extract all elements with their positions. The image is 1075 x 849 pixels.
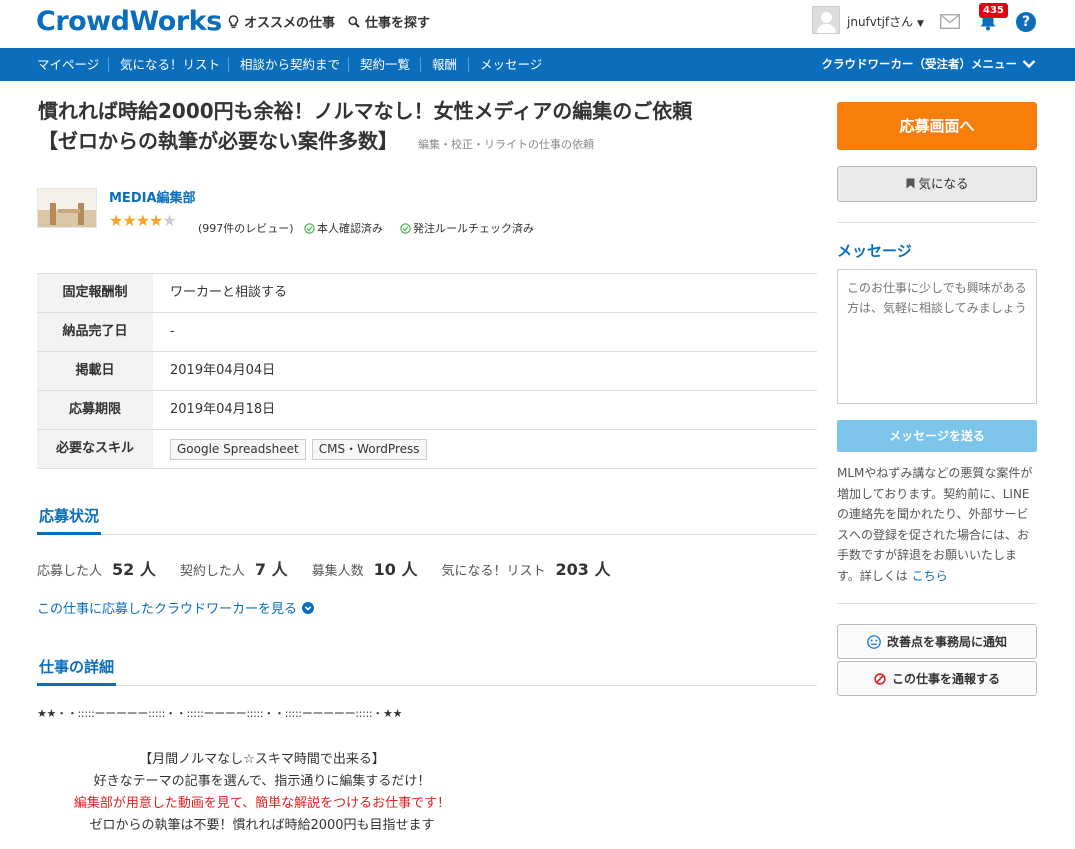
nav-mypage[interactable]: マイページ [37, 48, 99, 81]
user-menu[interactable]: jnufvtjfさん ▼ [847, 13, 924, 30]
lightbulb-icon [228, 14, 239, 28]
rating-stars: ★★★★★ [109, 211, 177, 230]
bookmark-icon [906, 178, 914, 189]
nav-rewards[interactable]: 報酬 [432, 48, 457, 81]
favorite-button[interactable]: 気になる [837, 166, 1037, 202]
table-row: 固定報酬制 ワーカーと相談する [37, 274, 817, 313]
nav-consult-to-contract[interactable]: 相談から契約まで [240, 48, 340, 81]
recruit-label: 募集人数 [311, 564, 364, 579]
worker-menu[interactable]: クラウドワーカー（受注者）メニュー [822, 48, 1018, 81]
star-filled-icons: ★★★★ [109, 211, 163, 230]
skills-list: Google Spreadsheet CMS・WordPress [153, 430, 427, 468]
search-icon [348, 15, 360, 28]
chevron-down-circle-icon [302, 601, 315, 614]
report-improvement-button[interactable]: 改善点を事務局に通知 [837, 624, 1037, 659]
skill-tag[interactable]: Google Spreadsheet [170, 438, 306, 460]
username-label: jnufvtjfさん [847, 15, 914, 29]
notification-badge: 435 [979, 3, 1008, 18]
mail-icon[interactable] [940, 14, 960, 29]
info-value: - [170, 324, 175, 339]
rule-checked-label: 発注ルールチェック済み [413, 222, 534, 235]
job-description: ★★・・:::::ーーーーー:::::・・:::::ーーーー:::::・・:::… [37, 705, 817, 837]
report-job-button[interactable]: この仕事を通報する [837, 661, 1037, 696]
message-heading: メッセージ [837, 242, 912, 260]
nav-messages[interactable]: メッセージ [480, 48, 542, 81]
report-improvement-label: 改善点を事務局に通知 [886, 635, 1007, 649]
neutral-face-icon [867, 634, 881, 649]
description-line: 好きなテーマの記事を選んで、指示通りに編集するだけ！ [93, 774, 431, 789]
info-value: 2019年04月18日 [170, 402, 276, 417]
send-message-button[interactable]: メッセージを送る [837, 420, 1037, 452]
report-job-label: この仕事を通報する [891, 672, 1000, 686]
avatar[interactable] [812, 6, 840, 34]
job-title-line2: 【ゼロからの執筆が必要ない案件多数】 [38, 129, 398, 153]
contracted-label: 契約した人 [179, 564, 245, 579]
description-line-highlight: 編集部が用意した動画を見て、簡単な解説をつけるお仕事です！ [73, 796, 451, 811]
job-title-line1: 慣れれば時給2000円も余裕！ノルマなし！女性メディアの編集のご依頼 [38, 99, 693, 123]
job-category[interactable]: 編集・校正・リライトの仕事の依頼 [418, 138, 594, 151]
nav-contracts[interactable]: 契約一覧 [360, 48, 410, 81]
caret-down-icon: ▼ [916, 19, 924, 29]
chevron-down-icon[interactable] [1022, 59, 1036, 69]
crowdworks-logo[interactable]: CrowdWorks [36, 6, 222, 37]
search-jobs-label: 仕事を探す [365, 16, 431, 31]
info-value: 2019年04月04日 [170, 363, 276, 378]
skill-tag[interactable]: CMS・WordPress [311, 438, 427, 460]
main-nav: マイページ 気になる！リスト 相談から契約まで 契約一覧 報酬 メッセージ クラ… [0, 48, 1075, 81]
rule-checked: 発注ルールチェック済み [400, 220, 534, 236]
warning-text: MLMやねずみ講などの悪質な案件が増加しております。契約前に、LINEの連絡先を… [837, 466, 1033, 583]
info-label: 納品完了日 [37, 313, 153, 351]
status-stats: 応募した人 52 人 契約した人 7 人 募集人数 10 人 気になる！リスト 203 … [37, 556, 634, 580]
view-applicants-link[interactable]: この仕事に応募したクラウドワーカーを見る [37, 598, 315, 617]
info-value: ワーカーと相談する [170, 285, 288, 300]
job-info-table: 固定報酬制 ワーカーと相談する 納品完了日 - 掲載日 2019年04月04日 … [37, 273, 817, 469]
info-label: 掲載日 [37, 352, 153, 390]
status-heading-label: 応募状況 [37, 505, 102, 535]
recommended-jobs-label: オススメの仕事 [244, 16, 336, 31]
favorites-count: 203 人 [555, 560, 611, 579]
info-label: 必要なスキル [37, 430, 153, 468]
review-count[interactable]: (997件のレビュー) [198, 220, 294, 236]
info-label: 固定報酬制 [37, 274, 153, 312]
applied-label: 応募した人 [37, 564, 103, 579]
client-name[interactable]: MEDIA編集部 [109, 187, 196, 206]
job-title: 慣れれば時給2000円も余裕！ノルマなし！女性メディアの編集のご依頼 【ゼロから… [38, 96, 818, 160]
scam-warning: MLMやねずみ講などの悪質な案件が増加しております。契約前に、LINEの連絡先を… [837, 463, 1037, 586]
help-icon[interactable]: ? [1016, 12, 1036, 32]
favorites-label: 気になる！リスト [441, 564, 546, 579]
recruit-count: 10 人 [373, 560, 418, 579]
client-image[interactable] [37, 188, 97, 228]
details-heading-label: 仕事の詳細 [37, 656, 117, 686]
header: CrowdWorks オススメの仕事 仕事を探す jnufvtjfさん ▼ 43… [0, 0, 1075, 48]
status-heading: 応募状況 [37, 505, 817, 535]
applied-count: 52 人 [112, 560, 156, 579]
info-label: 応募期限 [37, 391, 153, 429]
identity-verified: 本人確認済み [304, 220, 383, 236]
check-circle-icon [400, 222, 411, 234]
contracted-count: 7 人 [254, 560, 288, 579]
favorite-label: 気になる [918, 176, 969, 191]
view-applicants-label: この仕事に応募したクラウドワーカーを見る [37, 602, 298, 617]
details-heading: 仕事の詳細 [37, 656, 817, 686]
prohibited-icon [874, 672, 886, 685]
table-row: 必要なスキル Google Spreadsheet CMS・WordPress [37, 430, 817, 469]
table-row: 納品完了日 - [37, 313, 817, 352]
table-row: 応募期限 2019年04月18日 [37, 391, 817, 430]
search-jobs-link[interactable]: 仕事を探す [348, 12, 430, 31]
table-row: 掲載日 2019年04月04日 [37, 352, 817, 391]
description-line: 【月間ノルマなし☆スキマ時間で出来る】 [139, 752, 385, 767]
apply-button[interactable]: 応募画面へ [837, 102, 1037, 150]
check-circle-icon [304, 222, 315, 234]
identity-verified-label: 本人確認済み [317, 222, 383, 235]
description-divider: ★★・・:::::ーーーーー:::::・・:::::ーーーー:::::・・:::… [37, 707, 403, 720]
details-link[interactable]: こちら [912, 569, 948, 583]
star-half-icon: ★ [162, 211, 176, 230]
description-line: ゼロからの執筆は不要！慣れれば時給2000円も目指せます [89, 818, 435, 833]
message-input[interactable] [837, 269, 1037, 404]
nav-favorites[interactable]: 気になる！リスト [120, 48, 220, 81]
recommended-jobs-link[interactable]: オススメの仕事 [228, 12, 335, 31]
